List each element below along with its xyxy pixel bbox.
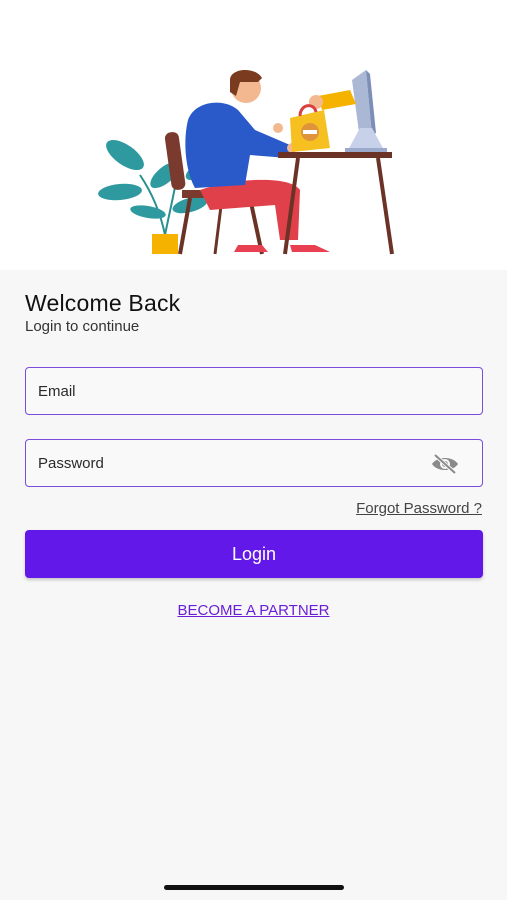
become-partner-link[interactable]: BECOME A PARTNER — [0, 602, 507, 619]
page-subtitle: Login to continue — [25, 318, 140, 335]
login-button[interactable]: Login — [25, 530, 483, 578]
hero-illustration — [0, 0, 507, 270]
home-indicator[interactable] — [164, 885, 344, 890]
password-field[interactable] — [25, 439, 483, 487]
eye-slash-icon[interactable] — [430, 453, 460, 475]
online-shopping-illustration — [98, 69, 394, 255]
email-field[interactable] — [25, 367, 483, 415]
shopping-bag — [290, 90, 356, 152]
page-title: Welcome Back — [25, 290, 181, 316]
password-input[interactable] — [38, 440, 418, 486]
monitor — [345, 70, 387, 152]
forgot-password-link[interactable]: Forgot Password ? — [356, 500, 482, 517]
email-input[interactable] — [38, 368, 418, 414]
